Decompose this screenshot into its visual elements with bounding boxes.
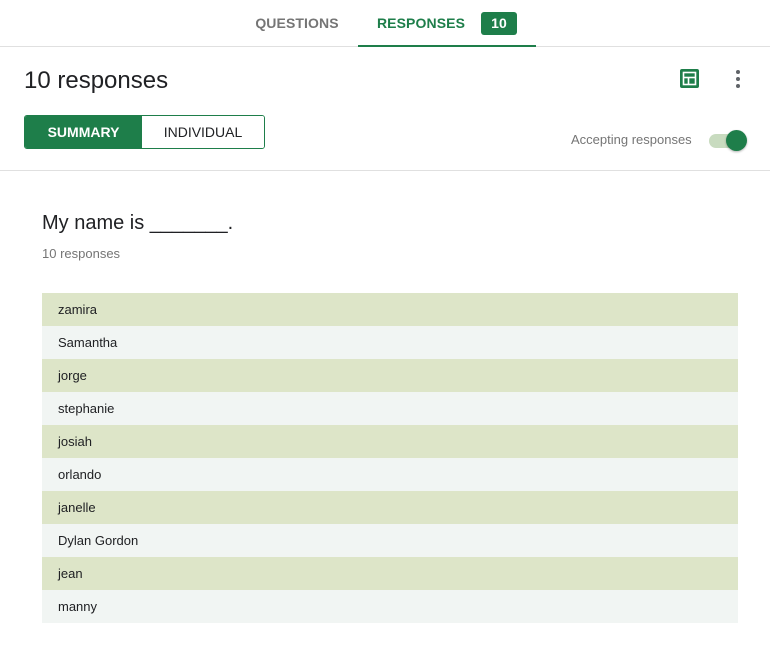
tab-questions-label: QUESTIONS <box>255 15 339 31</box>
summary-button[interactable]: SUMMARY <box>25 116 142 148</box>
tab-responses-label: RESPONSES <box>376 15 466 31</box>
responses-header: 10 responses SUMMARY INDIVIDUAL Acceptin… <box>0 47 770 171</box>
tab-bar: QUESTIONS RESPONSES 10 <box>0 0 770 47</box>
list-item: zamira <box>42 293 738 326</box>
list-item: josiah <box>42 425 738 458</box>
list-item: janelle <box>42 491 738 524</box>
list-item: orlando <box>42 458 738 491</box>
list-item: Samantha <box>42 326 738 359</box>
page-title: 10 responses <box>24 67 169 94</box>
list-item: jorge <box>42 359 738 392</box>
list-item: jean <box>42 557 738 590</box>
toggle-knob <box>726 130 747 151</box>
list-item: manny <box>42 590 738 623</box>
accepting-responses-toggle[interactable] <box>708 130 748 151</box>
individual-button[interactable]: INDIVIDUAL <box>142 116 264 148</box>
list-item: stephanie <box>42 392 738 425</box>
accepting-responses-label: Accepting responses <box>571 132 692 147</box>
answer-list: zamira Samantha jorge stephanie josiah o… <box>42 293 738 623</box>
tab-responses[interactable]: RESPONSES 10 <box>358 0 536 47</box>
responses-count-badge: 10 <box>481 11 518 35</box>
question-response-count: 10 responses <box>42 246 121 261</box>
question-title: My name is _______. <box>42 212 234 234</box>
list-item: Dylan Gordon <box>42 524 738 557</box>
tab-questions[interactable]: QUESTIONS <box>236 0 358 46</box>
view-toggle-group: SUMMARY INDIVIDUAL <box>24 115 265 149</box>
sheets-icon[interactable] <box>680 69 699 88</box>
more-vert-icon[interactable] <box>728 67 748 91</box>
